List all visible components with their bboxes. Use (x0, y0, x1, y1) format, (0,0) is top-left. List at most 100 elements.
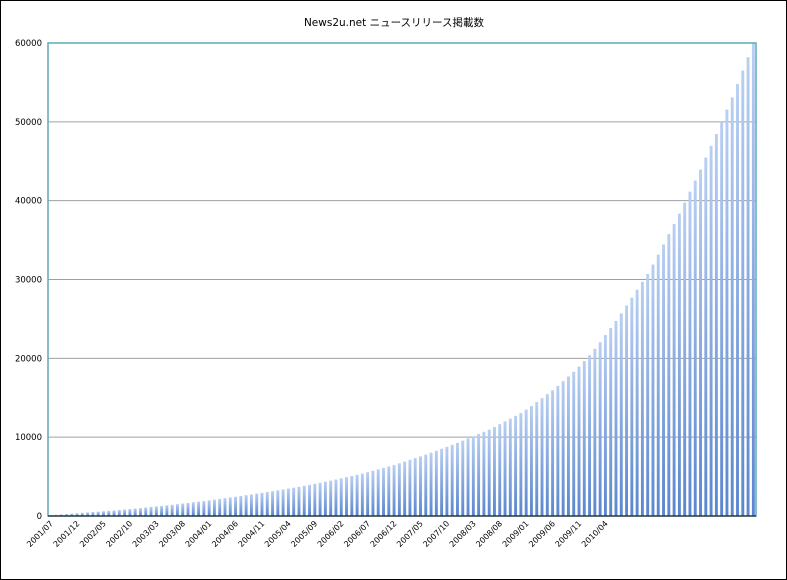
x-tick-label: 2009/06 (527, 519, 557, 549)
bar (630, 297, 634, 516)
bar (540, 398, 544, 516)
bar (445, 446, 449, 516)
x-tick-label: 2008/08 (474, 519, 504, 549)
chart-title: News2u.net ニュースリリース掲載数 (304, 16, 485, 29)
bar (646, 273, 650, 516)
bar (197, 501, 201, 516)
bar (508, 418, 512, 516)
bar (186, 502, 190, 516)
bar (139, 508, 142, 516)
bar (598, 342, 602, 516)
y-tick-label: 50000 (15, 118, 42, 128)
x-tick-label: 2006/02 (316, 519, 346, 549)
y-tick-label: 30000 (15, 276, 42, 286)
bar (175, 504, 179, 516)
bar (355, 474, 359, 516)
bar (223, 498, 227, 516)
bar (181, 503, 185, 516)
bar (482, 431, 486, 516)
bar (202, 501, 206, 516)
bar (123, 509, 127, 516)
bar (709, 145, 713, 516)
bar (640, 281, 644, 516)
x-tick-label: 2009/01 (501, 519, 531, 549)
bar (503, 421, 507, 516)
bar (360, 473, 364, 516)
bar (461, 440, 465, 516)
bar (588, 355, 592, 516)
bar (117, 510, 121, 516)
bar (413, 458, 417, 516)
bar (609, 327, 613, 516)
bar (265, 492, 269, 516)
bar (244, 495, 248, 516)
bar (144, 507, 148, 516)
bar (329, 480, 333, 516)
bar (292, 487, 296, 516)
bar (434, 450, 438, 516)
bar (334, 479, 338, 516)
y-tick-label: 40000 (15, 197, 42, 207)
bar (239, 495, 243, 516)
bar (751, 43, 755, 516)
bar (514, 415, 518, 516)
bar (603, 335, 607, 516)
bar (440, 448, 444, 516)
x-tick-label: 2005/04 (263, 519, 293, 549)
y-axis: 0 10000 20000 30000 40000 50000 60000 (15, 39, 42, 522)
bar (170, 504, 174, 516)
bar (107, 510, 111, 516)
bar (677, 213, 681, 517)
bar (323, 481, 327, 516)
bar (212, 499, 216, 516)
bar (456, 442, 459, 516)
bar (529, 406, 533, 516)
bar (656, 254, 660, 517)
bar (297, 486, 301, 516)
y-tick-label: 10000 (15, 433, 42, 443)
bar (688, 191, 692, 516)
x-tick-label: 2006/07 (342, 519, 372, 549)
bar (572, 371, 576, 516)
bar (556, 385, 560, 516)
gridlines (48, 42, 756, 517)
x-tick-label: 2004/11 (237, 519, 267, 549)
bar (345, 477, 348, 516)
bar (154, 506, 158, 516)
x-tick-label: 2004/01 (184, 519, 214, 549)
bar (260, 492, 264, 516)
bar (191, 502, 195, 516)
y-tick-label: 60000 (15, 39, 42, 49)
bar (276, 490, 280, 516)
bar (271, 491, 275, 516)
bar (614, 320, 618, 516)
x-tick-label: 2004/06 (210, 519, 240, 549)
bar (255, 493, 259, 516)
bar (625, 305, 629, 516)
bar (693, 180, 697, 516)
bar (392, 465, 396, 516)
bar (419, 456, 422, 516)
bar (551, 390, 555, 516)
x-tick-label: 2002/05 (78, 519, 108, 549)
bar (281, 489, 285, 516)
bar (366, 472, 370, 516)
bar (160, 505, 164, 516)
bar (249, 494, 253, 516)
bar (493, 426, 496, 516)
bar (577, 366, 581, 516)
bar (487, 429, 491, 516)
bar (313, 483, 317, 516)
bar (207, 500, 211, 516)
x-tick-label: 2003/08 (157, 519, 187, 549)
bar (218, 498, 222, 516)
x-tick-label: 2007/05 (395, 519, 425, 549)
bar (376, 469, 380, 516)
bar (318, 482, 322, 516)
x-tick-label: 2010/04 (580, 519, 610, 549)
bar (524, 409, 528, 516)
chart-frame: News2u.net ニュースリリース掲載数 0 10000 20000 30000 4… (0, 0, 787, 580)
bar (466, 438, 470, 516)
x-tick-label: 2001/07 (25, 519, 55, 549)
bar (566, 376, 570, 516)
